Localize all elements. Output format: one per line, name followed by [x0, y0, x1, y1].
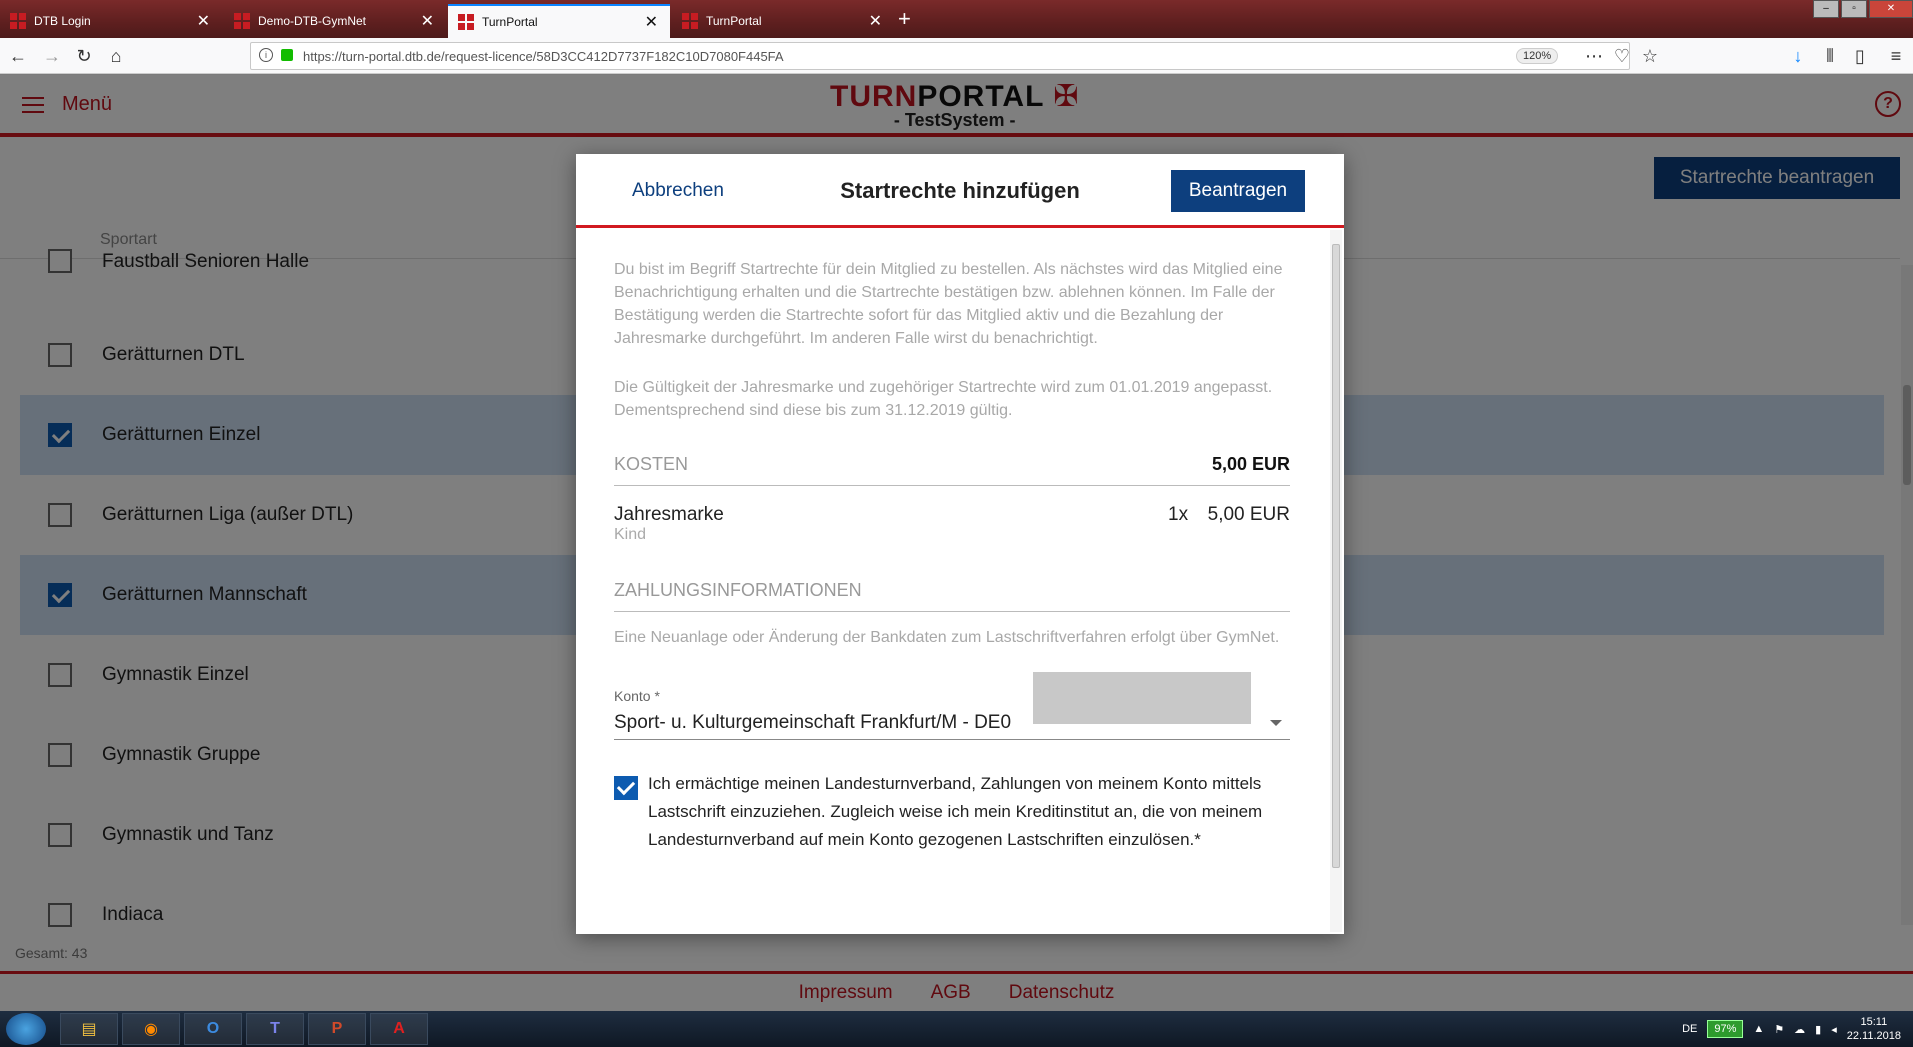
tab-dtb-login[interactable]: DTB Login ✕	[0, 4, 222, 38]
mandate-text: Ich ermächtige meinen Landesturnverband,…	[648, 774, 1263, 849]
download-icon[interactable]: ↓	[1786, 44, 1810, 68]
submit-request-button[interactable]: Beantragen	[1171, 170, 1305, 212]
firefox-icon[interactable]: ◉	[122, 1013, 180, 1045]
dtb-favicon-icon	[458, 14, 474, 30]
item-quantity: 1x	[1168, 504, 1189, 525]
taskbar: ▤ ◉ O T P A DE 97% ▲ ⚑ ☁ ▮ ◂ 15:11 22.11…	[0, 1011, 1913, 1047]
mandate-checkbox-checked[interactable]	[614, 776, 638, 800]
clock-date: 22.11.2018	[1846, 1030, 1901, 1042]
costs-label: KOSTEN	[614, 454, 689, 474]
add-licences-dialog: Startrechte hinzufügen Abbrechen Beantra…	[576, 154, 1344, 934]
costs-section-header: KOSTEN 5,00 EUR	[614, 454, 1290, 486]
item-category: Kind	[614, 526, 647, 543]
acrobat-icon[interactable]: A	[370, 1013, 428, 1045]
system-tray: DE 97% ▲ ⚑ ☁ ▮ ◂ 15:11 22.11.2018	[1682, 1011, 1913, 1047]
info-icon[interactable]: i	[259, 48, 273, 62]
close-window-icon[interactable]: ✕	[1869, 0, 1913, 18]
bookmark-star-icon[interactable]: ☆	[1638, 44, 1662, 68]
item-name: Jahresmarke	[614, 504, 724, 525]
dtb-favicon-icon	[10, 13, 26, 29]
back-icon[interactable]: ←	[6, 44, 30, 68]
browser-tab-bar: DTB Login ✕ Demo-DTB-GymNet ✕ TurnPortal…	[0, 0, 1913, 38]
close-tab-icon[interactable]: ✕	[645, 12, 658, 32]
window-controls: – ▫ ✕	[1813, 0, 1913, 18]
tab-turnportal[interactable]: TurnPortal ✕	[672, 4, 894, 38]
volume-icon[interactable]: ◂	[1831, 1023, 1837, 1036]
sidebar-toggle-icon[interactable]: ▯	[1848, 44, 1872, 68]
close-tab-icon[interactable]: ✕	[869, 11, 882, 31]
close-tab-icon[interactable]: ✕	[197, 11, 210, 31]
network-icon[interactable]: ▮	[1815, 1023, 1821, 1036]
zoom-indicator[interactable]: 120%	[1516, 48, 1559, 64]
payment-label: ZAHLUNGSINFORMATIONEN	[614, 580, 862, 600]
pocket-icon[interactable]: ♡	[1610, 44, 1634, 68]
clock-time: 15:11	[1860, 1016, 1888, 1028]
show-hidden-icons-icon[interactable]: ▲	[1753, 1023, 1764, 1035]
intro-text: Du bist im Begriff Startrechte für dein …	[614, 261, 1283, 347]
tab-title: TurnPortal	[706, 14, 762, 28]
redacted-area	[1033, 672, 1251, 724]
minimize-icon[interactable]: –	[1813, 0, 1839, 18]
dropdown-arrow-icon	[1270, 720, 1282, 726]
forward-icon[interactable]: →	[40, 44, 64, 68]
powerpoint-icon[interactable]: P	[308, 1013, 366, 1045]
tab-turnportal-active[interactable]: TurnPortal ✕	[448, 4, 670, 38]
flag-icon[interactable]: ⚑	[1774, 1023, 1784, 1036]
more-actions-icon[interactable]: ⋯	[1582, 44, 1606, 68]
dialog-scrollbar[interactable]	[1330, 230, 1342, 932]
maximize-icon[interactable]: ▫	[1841, 0, 1867, 18]
home-icon[interactable]: ⌂	[104, 44, 128, 68]
dialog-body: Du bist im Begriff Startrechte für dein …	[614, 228, 1294, 934]
payment-info-text: Eine Neuanlage oder Änderung der Bankdat…	[614, 629, 1280, 646]
browser-nav-bar: ← → ↻ ⌂ i https://turn-portal.dtb.de/req…	[0, 38, 1913, 74]
language-indicator[interactable]: DE	[1682, 1023, 1697, 1035]
item-price: 5,00 EUR	[1207, 504, 1290, 525]
account-select-value: Sport- u. Kulturgemeinschaft Frankfurt/M…	[614, 712, 1012, 733]
address-bar[interactable]: i https://turn-portal.dtb.de/request-lic…	[250, 42, 1630, 70]
close-tab-icon[interactable]: ✕	[421, 11, 434, 31]
hamburger-menu-icon[interactable]: ≡	[1884, 44, 1908, 68]
dialog-header: Startrechte hinzufügen Abbrechen Beantra…	[576, 154, 1344, 228]
cancel-button[interactable]: Abbrechen	[632, 180, 724, 202]
lock-icon	[281, 49, 293, 61]
cloud-icon[interactable]: ☁	[1794, 1023, 1805, 1036]
url-text: https://turn-portal.dtb.de/request-licen…	[303, 49, 784, 64]
tab-title: Demo-DTB-GymNet	[258, 14, 367, 28]
library-icon[interactable]: ⫴	[1818, 44, 1842, 68]
dtb-favicon-icon	[682, 13, 698, 29]
payment-section-header: ZAHLUNGSINFORMATIONEN	[614, 580, 1290, 612]
teams-icon[interactable]: T	[246, 1013, 304, 1045]
battery-indicator[interactable]: 97%	[1707, 1020, 1744, 1038]
file-explorer-icon[interactable]: ▤	[60, 1013, 118, 1045]
reload-icon[interactable]: ↻	[72, 44, 96, 68]
outlook-icon[interactable]: O	[184, 1013, 242, 1045]
account-select[interactable]: Sport- u. Kulturgemeinschaft Frankfurt/M…	[614, 672, 1290, 740]
costs-total: 5,00 EUR	[1211, 454, 1290, 474]
validity-text: Die Gültigkeit der Jahresmarke und zugeh…	[614, 379, 1273, 419]
dtb-favicon-icon	[234, 13, 250, 29]
new-tab-icon[interactable]: +	[898, 6, 911, 32]
tab-title: DTB Login	[34, 14, 91, 28]
tab-title: TurnPortal	[482, 15, 538, 29]
start-button[interactable]	[6, 1013, 46, 1045]
tab-demo-gymnet[interactable]: Demo-DTB-GymNet ✕	[224, 4, 446, 38]
account-field-label: Konto *	[614, 688, 660, 704]
clock[interactable]: 15:11 22.11.2018	[1847, 1015, 1901, 1043]
